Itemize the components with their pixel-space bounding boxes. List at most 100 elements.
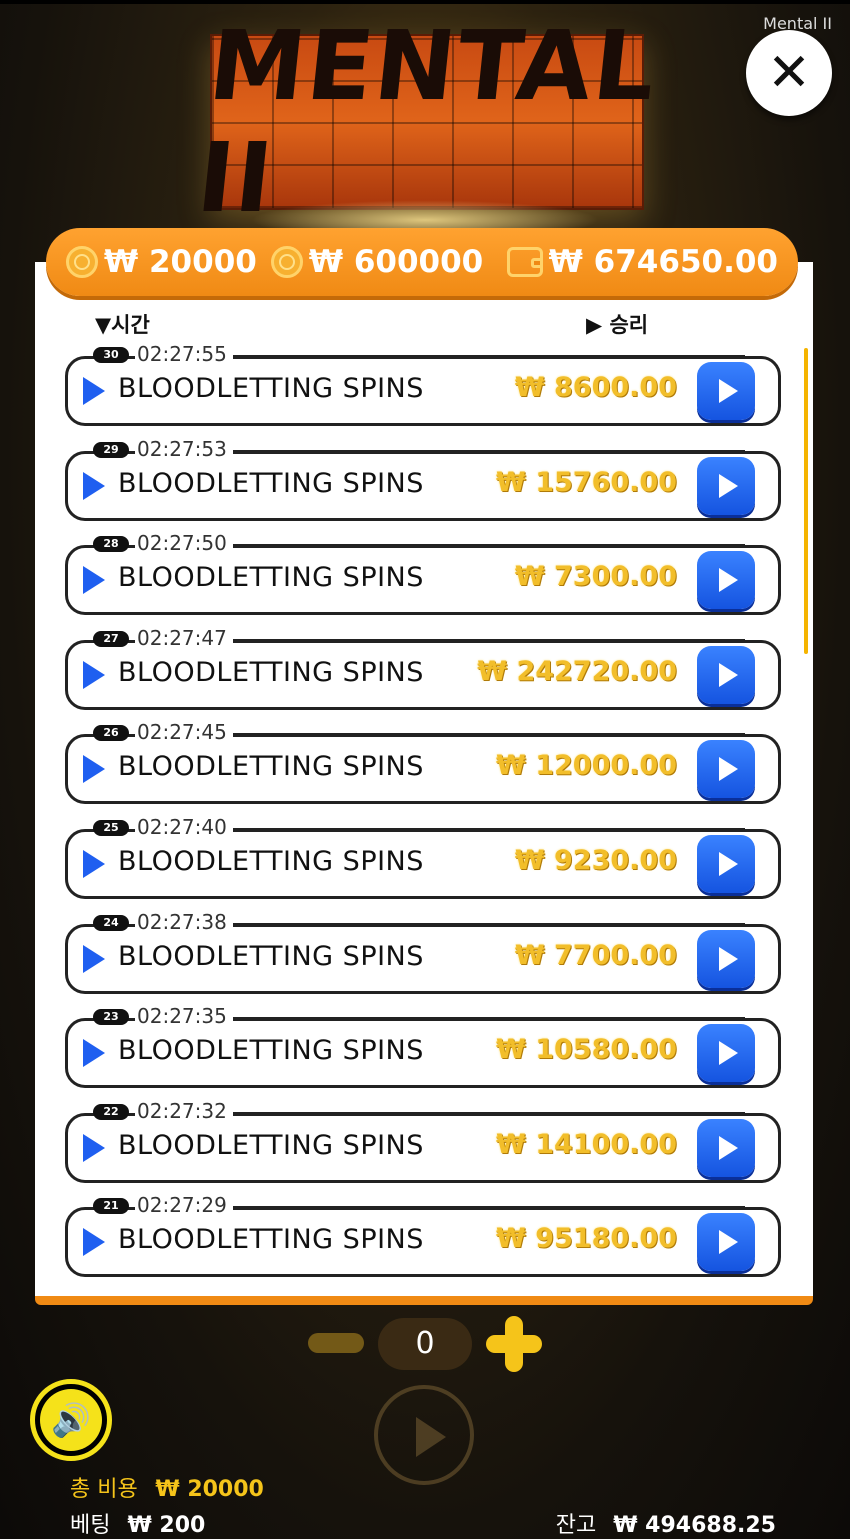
balance: 잔고 ₩ 494688.25 [556, 1507, 776, 1539]
history-row[interactable]: 28 02:27:50 BLOODLETTING SPINS ₩ 7300.00 [65, 531, 781, 615]
row-divider [221, 639, 745, 641]
total-cost-label: 총 비용 [70, 1477, 138, 1502]
play-triangle-icon [83, 850, 105, 878]
history-row[interactable]: 27 02:27:47 BLOODLETTING SPINS ₩ 242720.00 [65, 626, 781, 710]
header-total-value: ₩ 674650.00 [548, 244, 778, 280]
replay-button[interactable] [697, 835, 755, 893]
row-number-badge: 25 [93, 820, 129, 836]
row-win-amount: ₩ 12000.00 [496, 750, 677, 781]
row-win-amount: ₩ 242720.00 [477, 656, 677, 687]
row-divider [221, 450, 745, 452]
replay-button[interactable] [697, 457, 755, 515]
row-feature-name: BLOODLETTING SPINS [118, 468, 424, 499]
header-bet-1: ₩ 20000 [66, 244, 257, 280]
row-number-badge: 24 [93, 915, 129, 931]
history-row[interactable]: 24 02:27:38 BLOODLETTING SPINS ₩ 7700.00 [65, 910, 781, 994]
row-divider [221, 1112, 745, 1114]
row-win-amount: ₩ 95180.00 [496, 1223, 677, 1254]
header-total: ₩ 674650.00 [506, 244, 778, 280]
row-time: 02:27:50 [135, 531, 233, 555]
row-number-badge: 21 [93, 1198, 129, 1214]
row-win-amount: ₩ 8600.00 [514, 372, 677, 403]
row-divider [221, 828, 745, 830]
row-number-badge: 22 [93, 1104, 129, 1120]
replay-button[interactable] [697, 1119, 755, 1177]
row-divider [221, 355, 745, 357]
row-time: 02:27:38 [135, 910, 233, 934]
row-divider [221, 733, 745, 735]
play-triangle-icon [83, 1228, 105, 1256]
row-divider [221, 1206, 745, 1208]
row-feature-name: BLOODLETTING SPINS [118, 1224, 424, 1255]
close-button[interactable]: ✕ [746, 30, 832, 116]
row-time: 02:27:55 [135, 342, 233, 366]
row-feature-name: BLOODLETTING SPINS [118, 751, 424, 782]
minus-button[interactable] [308, 1333, 364, 1353]
row-number-badge: 23 [93, 1009, 129, 1025]
row-feature-name: BLOODLETTING SPINS [118, 373, 424, 404]
row-feature-name: BLOODLETTING SPINS [118, 657, 424, 688]
total-cost-value: ₩ 20000 [155, 1477, 264, 1502]
history-row[interactable]: 26 02:27:45 BLOODLETTING SPINS ₩ 12000.00 [65, 720, 781, 804]
header-bet-1-value: ₩ 20000 [104, 244, 257, 280]
replay-button[interactable] [697, 1024, 755, 1082]
coin-icon [270, 246, 303, 278]
row-number-badge: 28 [93, 536, 129, 552]
row-win-amount: ₩ 7700.00 [514, 940, 677, 971]
game-logo: MENTAL II [192, 10, 662, 234]
sort-by-win[interactable]: ▶ 승리 [586, 309, 648, 339]
spin-button[interactable] [374, 1385, 474, 1485]
sort-by-time[interactable]: ▼시간 [95, 309, 150, 339]
row-number-badge: 29 [93, 442, 129, 458]
row-win-amount: ₩ 14100.00 [496, 1129, 677, 1160]
row-feature-name: BLOODLETTING SPINS [118, 941, 424, 972]
bet-value: ₩ 200 [127, 1513, 206, 1538]
row-win-amount: ₩ 15760.00 [496, 467, 677, 498]
row-win-amount: ₩ 10580.00 [496, 1034, 677, 1065]
bet-amount: 베팅 ₩ 200 [70, 1507, 205, 1539]
row-time: 02:27:47 [135, 626, 233, 650]
play-triangle-icon [83, 1039, 105, 1067]
total-cost: 총 비용 ₩ 20000 [70, 1471, 264, 1503]
replay-button[interactable] [697, 646, 755, 704]
replay-button[interactable] [697, 362, 755, 420]
history-row[interactable]: 30 02:27:55 BLOODLETTING SPINS ₩ 8600.00 [65, 342, 781, 426]
balance-value: ₩ 494688.25 [613, 1513, 776, 1538]
row-feature-name: BLOODLETTING SPINS [118, 1035, 424, 1066]
history-row[interactable]: 22 02:27:32 BLOODLETTING SPINS ₩ 14100.00 [65, 1099, 781, 1183]
play-triangle-icon [83, 945, 105, 973]
play-triangle-icon [83, 566, 105, 594]
replay-button[interactable] [697, 740, 755, 798]
row-feature-name: BLOODLETTING SPINS [118, 1130, 424, 1161]
replay-button[interactable] [697, 551, 755, 609]
bet-label: 베팅 [70, 1513, 111, 1538]
header-bet-2-value: ₩ 600000 [308, 244, 484, 280]
row-number-badge: 27 [93, 631, 129, 647]
header-bet-2: ₩ 600000 [270, 244, 484, 280]
counter-value: 0 [378, 1318, 472, 1370]
row-number-badge: 30 [93, 347, 129, 363]
scrollbar[interactable] [804, 348, 808, 654]
history-row[interactable]: 25 02:27:40 BLOODLETTING SPINS ₩ 9230.00 [65, 815, 781, 899]
sound-button[interactable]: 🔊 [30, 1379, 112, 1461]
history-row[interactable]: 29 02:27:53 BLOODLETTING SPINS ₩ 15760.00 [65, 437, 781, 521]
play-triangle-icon [83, 661, 105, 689]
history-header: ₩ 20000 ₩ 600000 ₩ 674650.00 [46, 228, 798, 296]
row-divider [221, 1017, 745, 1019]
plus-button[interactable] [486, 1316, 542, 1372]
row-time: 02:27:35 [135, 1004, 233, 1028]
history-row[interactable]: 21 02:27:29 BLOODLETTING SPINS ₩ 95180.00 [65, 1193, 781, 1277]
row-divider [221, 544, 745, 546]
row-time: 02:27:32 [135, 1099, 233, 1123]
row-number-badge: 26 [93, 725, 129, 741]
row-divider [221, 923, 745, 925]
row-win-amount: ₩ 7300.00 [514, 561, 677, 592]
history-row[interactable]: 23 02:27:35 BLOODLETTING SPINS ₩ 10580.00 [65, 1004, 781, 1088]
replay-button[interactable] [697, 1213, 755, 1271]
replay-button[interactable] [697, 930, 755, 988]
row-time: 02:27:53 [135, 437, 233, 461]
wallet-icon [506, 247, 543, 277]
row-feature-name: BLOODLETTING SPINS [118, 562, 424, 593]
row-time: 02:27:45 [135, 720, 233, 744]
play-triangle-icon [83, 377, 105, 405]
